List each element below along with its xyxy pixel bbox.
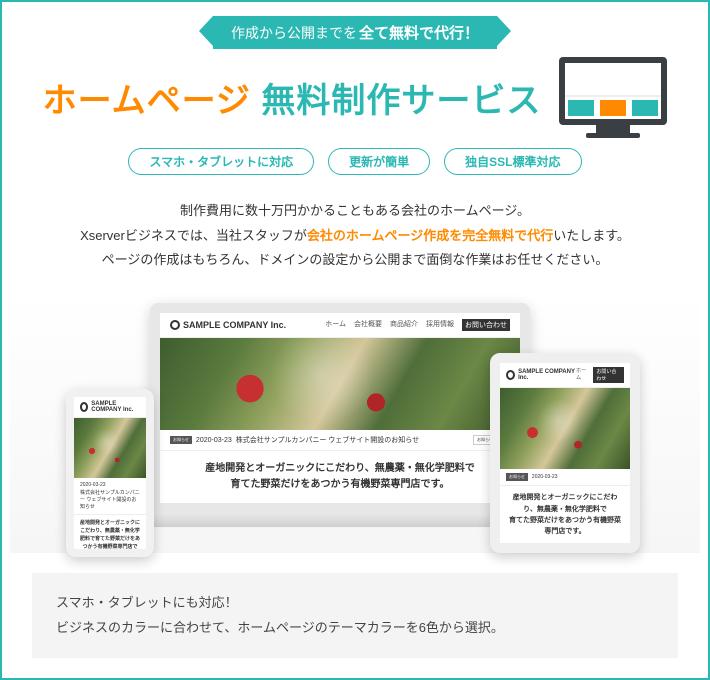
sample-site-laptop: SAMPLE COMPANY Inc. ホーム会社概要商品紹介採用情報お問い合わ… [160,313,520,503]
feature-pills: スマホ・タブレットに対応 更新が簡単 独自SSL標準対応 [2,144,708,193]
logo-mark-icon [506,370,515,380]
sample-logo: SAMPLE COMPANY Inc. [170,320,286,330]
sample-news-bar: お知らせ 2020-03-23 株式会社サンプルカンパニー ウェブサイト開設のお… [160,430,520,451]
bottom-note: スマホ・タブレットにも対応！ ビジネスのカラーに合わせて、ホームページのテーマカ… [32,573,678,658]
logo-mark-icon [170,320,180,330]
pill-easy-update: 更新が簡単 [328,148,430,175]
pill-responsive: スマホ・タブレットに対応 [128,148,314,175]
promo-card: 作成から公開までを 全て無料で代行！ ホームページ 無料制作サービス スマホ・タ… [0,0,710,680]
ribbon-row: 作成から公開までを 全て無料で代行！ [2,2,708,57]
hero-row: ホームページ 無料制作サービス [2,57,708,144]
hero-title-rest: 無料制作サービス [251,82,541,120]
ribbon-emphasis: 全て無料で代行！ [359,22,479,43]
hero-title: ホームページ 無料制作サービス [43,73,542,122]
desc-highlight: 会社のホームページ作成を完全無料で代行 [307,228,553,243]
bottom-line2: ビジネスのカラーに合わせて、ホームページのテーマカラーを6色から選択。 [56,616,654,641]
device-mockups: SAMPLE COMPANY Inc. ホーム会社概要商品紹介採用情報お問い合わ… [10,293,700,553]
sample-hero-image [160,338,520,430]
sample-site-tablet: SAMPLE COMPANY Inc.ホームお問い合わせ お知らせ2020-03… [500,363,630,543]
desc-line3: ページの作成はもちろん、ドメインの設定から公開まで面倒な作業はお任せください。 [22,248,688,273]
description: 制作費用に数十万円かかることもある会社のホームページ。 Xserverビジネスで… [2,193,708,293]
sample-hero-image [74,418,146,478]
sample-site-phone: SAMPLE COMPANY Inc. 2020-03-23株式会社サンプルカン… [74,397,146,549]
desc-line1: 制作費用に数十万円かかることもある会社のホームページ。 [22,199,688,224]
sample-nav: ホーム会社概要商品紹介採用情報お問い合わせ [325,319,510,331]
pill-ssl: 独自SSL標準対応 [444,148,581,175]
bottom-line1: スマホ・タブレットにも対応！ [56,591,654,616]
laptop-base [130,513,550,527]
hero-title-accent: ホームページ [43,82,251,120]
logo-mark-icon [80,402,88,412]
tablet-mockup: SAMPLE COMPANY Inc.ホームお問い合わせ お知らせ2020-03… [490,353,640,553]
sample-hero-image [500,388,630,469]
ribbon-pre: 作成から公開までを [231,23,357,43]
phone-mockup: SAMPLE COMPANY Inc. 2020-03-23株式会社サンプルカン… [66,389,154,557]
sample-catch: 産地開発とオーガニックにこだわり、無農薬・無化学肥料で 育てた野菜だけをあつかう… [160,451,520,503]
laptop-mockup: SAMPLE COMPANY Inc. ホーム会社概要商品紹介採用情報お問い合わ… [150,303,530,527]
monitor-icon [559,57,667,138]
ribbon-banner: 作成から公開までを 全て無料で代行！ [213,16,497,49]
desc-line2: Xserverビジネスでは、当社スタッフが会社のホームページ作成を完全無料で代行… [22,224,688,249]
